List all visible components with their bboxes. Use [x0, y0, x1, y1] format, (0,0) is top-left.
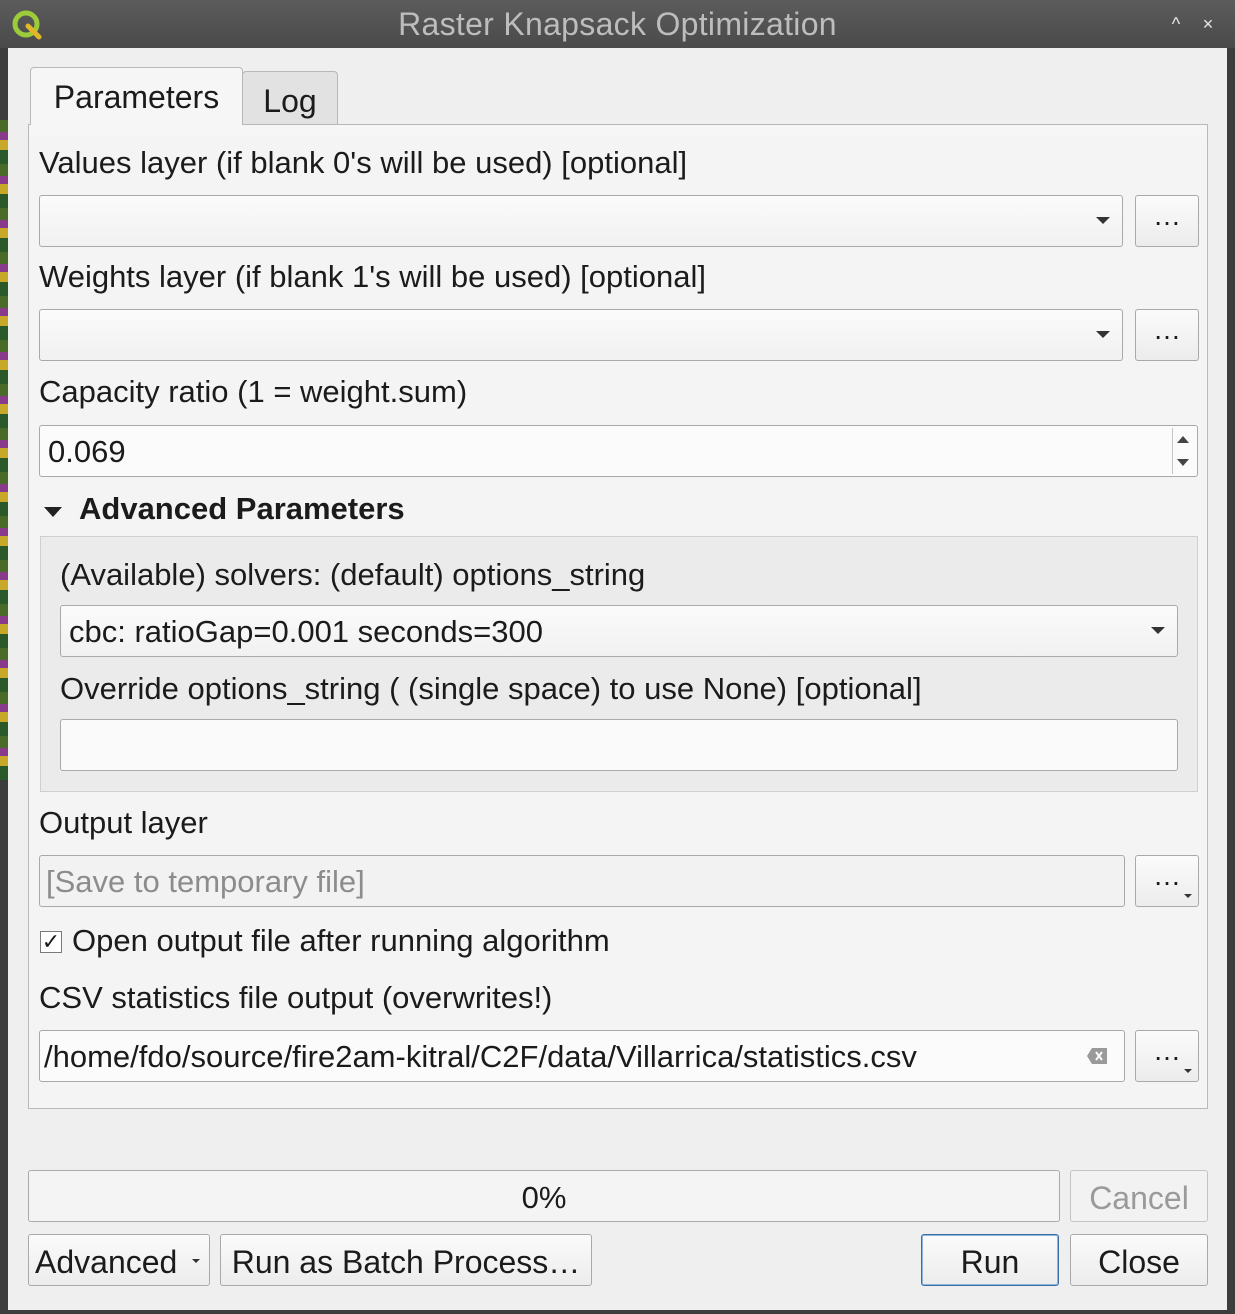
capacity-value: 0.069	[48, 434, 126, 469]
override-options-input[interactable]	[60, 719, 1178, 771]
chevron-down-icon	[1151, 627, 1165, 634]
output-layer-browse-button[interactable]: …	[1135, 855, 1199, 907]
advanced-parameters-header[interactable]: Advanced Parameters	[79, 491, 405, 527]
solvers-value: cbc: ratioGap=0.001 seconds=300	[69, 614, 543, 649]
open-output-checkbox[interactable]: ✓	[40, 931, 62, 953]
solvers-label: (Available) solvers: (default) options_s…	[60, 557, 646, 592]
weights-layer-browse-button[interactable]: …	[1135, 309, 1199, 361]
solvers-combo[interactable]: cbc: ratioGap=0.001 seconds=300	[60, 605, 1178, 657]
algorithm-dialog: Parameters Log Values layer (if blank 0'…	[8, 48, 1227, 1310]
values-layer-label: Values layer (if blank 0's will be used)…	[39, 145, 688, 180]
chevron-down-icon	[1184, 1069, 1192, 1073]
parameters-scroll-area[interactable]: Values layer (if blank 0's will be used)…	[30, 137, 1206, 1108]
close-button[interactable]: Close	[1070, 1234, 1208, 1286]
run-button[interactable]: Run	[921, 1234, 1059, 1286]
capacity-spinbox[interactable]: 0.069	[39, 425, 1198, 477]
csv-output-browse-button[interactable]: …	[1135, 1030, 1199, 1082]
open-output-label[interactable]: Open output file after running algorithm	[72, 923, 610, 959]
chevron-down-icon	[1096, 331, 1110, 338]
tab-log[interactable]: Log	[242, 71, 338, 125]
csv-output-path: /home/fdo/source/fire2am-kitral/C2F/data…	[44, 1039, 917, 1074]
spin-down-icon[interactable]	[1177, 459, 1189, 466]
output-layer-input[interactable]: [Save to temporary file]	[39, 855, 1125, 907]
output-layer-placeholder: [Save to temporary file]	[46, 864, 365, 899]
tab-parameters[interactable]: Parameters	[30, 67, 243, 125]
csv-output-input[interactable]: /home/fdo/source/fire2am-kitral/C2F/data…	[39, 1030, 1125, 1082]
minimize-icon[interactable]: ^	[1166, 14, 1186, 35]
window-title: Raster Knapsack Optimization	[398, 6, 837, 42]
weights-layer-label: Weights layer (if blank 1's will be used…	[39, 259, 706, 294]
chevron-down-icon	[1184, 894, 1192, 898]
background-map-edge	[0, 120, 8, 780]
tab-log-label: Log	[263, 83, 317, 119]
expand-triangle-icon[interactable]	[44, 507, 62, 517]
advanced-menu-button[interactable]: Advanced	[28, 1234, 210, 1286]
clear-text-icon[interactable]	[1086, 1047, 1108, 1065]
close-window-icon[interactable]: ×	[1198, 14, 1218, 35]
output-layer-label: Output layer	[39, 805, 208, 840]
csv-output-label: CSV statistics file output (overwrites!)	[39, 980, 553, 1015]
capacity-label: Capacity ratio (1 = weight.sum)	[39, 374, 468, 409]
values-layer-browse-button[interactable]: …	[1135, 195, 1199, 247]
values-layer-combo[interactable]	[39, 195, 1123, 247]
spin-up-icon[interactable]	[1177, 436, 1189, 443]
advanced-parameters-group: (Available) solvers: (default) options_s…	[40, 536, 1198, 792]
progress-bar: 0%	[28, 1170, 1060, 1222]
chevron-down-icon	[1096, 217, 1110, 224]
chevron-down-icon	[192, 1259, 200, 1263]
override-options-label: Override options_string ( (single space)…	[60, 671, 922, 706]
weights-layer-combo[interactable]	[39, 309, 1123, 361]
window-titlebar[interactable]: Raster Knapsack Optimization ^ ×	[0, 0, 1235, 48]
progress-text: 0%	[521, 1180, 567, 1215]
cancel-button[interactable]: Cancel	[1070, 1170, 1208, 1222]
run-as-batch-button[interactable]: Run as Batch Process…	[220, 1234, 592, 1286]
parameters-panel: Values layer (if blank 0's will be used)…	[28, 124, 1208, 1109]
tab-parameters-label: Parameters	[53, 79, 220, 115]
